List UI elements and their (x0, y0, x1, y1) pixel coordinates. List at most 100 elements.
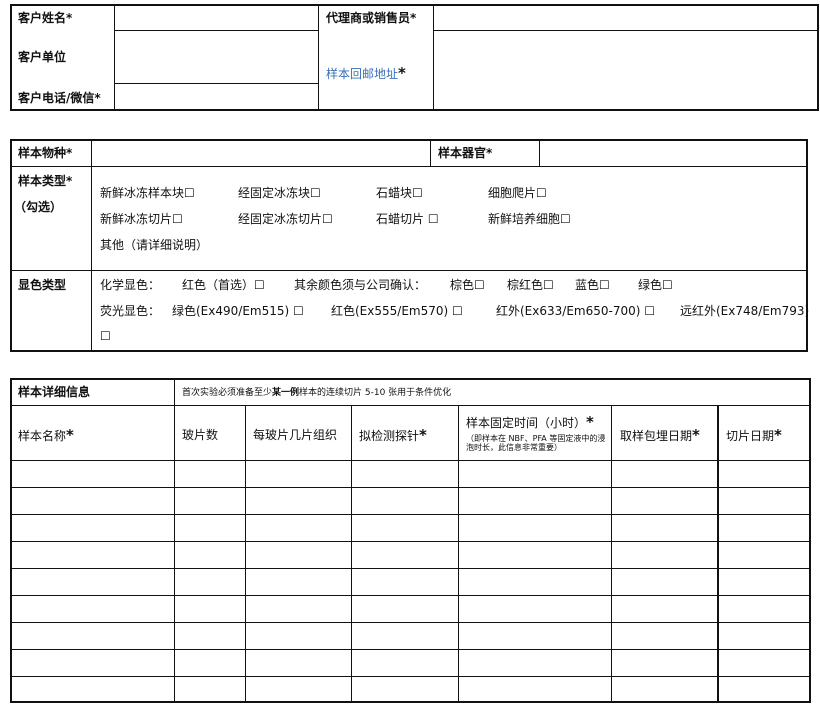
customer-unit-field[interactable] (116, 32, 317, 82)
chem-stain-label: 化学显色： (100, 278, 161, 292)
cell-fix-time[interactable] (460, 462, 609, 485)
cell-probe[interactable] (353, 570, 456, 593)
cell-fix-time[interactable] (460, 489, 609, 512)
cell-fix-time[interactable] (460, 570, 609, 593)
cell-sample-name[interactable] (12, 570, 172, 593)
divider (10, 649, 811, 650)
cell-tissues-per-slide[interactable] (247, 489, 349, 512)
cell-probe[interactable] (353, 624, 456, 647)
type-fixed-frozen-block[interactable]: 经固定冰冻块☐ (238, 186, 321, 200)
cell-sample-name[interactable] (12, 651, 172, 674)
cell-tissues-per-slide[interactable] (247, 462, 349, 485)
customer-phone-field[interactable] (116, 85, 317, 109)
cell-sample-name[interactable] (12, 543, 172, 566)
cell-fix-time[interactable] (460, 597, 609, 620)
container-field[interactable] (541, 141, 806, 165)
type-paraffin-section[interactable]: 石蜡切片 ☐ (376, 212, 439, 226)
cell-sample-name[interactable] (12, 624, 172, 647)
col-slide-count-label: 玻片数 (182, 428, 219, 442)
cell-section-date[interactable] (719, 516, 809, 539)
address-field[interactable] (435, 32, 817, 109)
cell-embed-date[interactable] (613, 489, 715, 512)
cell-fix-time[interactable] (460, 624, 609, 647)
cell-tissues-per-slide[interactable] (247, 624, 349, 647)
cell-section-date[interactable] (719, 489, 809, 512)
cell-fix-time[interactable] (460, 516, 609, 539)
type-cell-slide[interactable]: 细胞爬片☐ (488, 186, 547, 200)
cell-probe[interactable] (353, 489, 456, 512)
fluor-red-option[interactable]: 红色(Ex555/Em570) ☐ (331, 304, 463, 318)
cell-sample-name[interactable] (12, 678, 172, 701)
cell-slide-count[interactable] (176, 678, 243, 701)
col-fix-time: 样本固定时间（小时）* (466, 415, 594, 431)
type-fresh-cultured-cells[interactable]: 新鲜培养细胞☐ (488, 212, 571, 226)
type-paraffin-block[interactable]: 石蜡块☐ (376, 186, 423, 200)
cell-embed-date[interactable] (613, 462, 715, 485)
cell-slide-count[interactable] (176, 516, 243, 539)
chem-green-option[interactable]: 绿色☐ (638, 278, 673, 292)
species-field[interactable] (93, 141, 429, 165)
cell-probe[interactable] (353, 462, 456, 485)
divider (430, 139, 431, 167)
cell-section-date[interactable] (719, 651, 809, 674)
customer-unit-label: 客户单位 (18, 50, 67, 64)
cell-slide-count[interactable] (176, 543, 243, 566)
cell-slide-count[interactable] (176, 597, 243, 620)
col-probe: 拟检测探针* (359, 428, 427, 444)
cell-section-date[interactable] (719, 543, 809, 566)
cell-embed-date[interactable] (613, 597, 715, 620)
cell-section-date[interactable] (719, 678, 809, 701)
cell-tissues-per-slide[interactable] (247, 516, 349, 539)
fluor-ir-option[interactable]: 红外(Ex633/Em650-700) ☐ (496, 304, 655, 318)
type-fixed-frozen-section[interactable]: 经固定冰冻切片☐ (238, 212, 333, 226)
address-required-star: * (398, 64, 406, 82)
cell-tissues-per-slide[interactable] (247, 543, 349, 566)
agent-field[interactable] (435, 6, 817, 29)
cell-embed-date[interactable] (613, 678, 715, 701)
cell-slide-count[interactable] (176, 570, 243, 593)
cell-section-date[interactable] (719, 462, 809, 485)
cell-fix-time[interactable] (460, 651, 609, 674)
cell-fix-time[interactable] (460, 678, 609, 701)
cell-slide-count[interactable] (176, 462, 243, 485)
cell-sample-name[interactable] (12, 516, 172, 539)
fluor-far-ir-option[interactable]: 远红外(Ex748/Em793) (680, 304, 809, 318)
cell-probe[interactable] (353, 543, 456, 566)
cell-sample-name[interactable] (12, 597, 172, 620)
cell-tissues-per-slide[interactable] (247, 651, 349, 674)
cell-embed-date[interactable] (613, 570, 715, 593)
cell-tissues-per-slide[interactable] (247, 678, 349, 701)
container-label: 样本器官* (438, 146, 493, 160)
cell-tissues-per-slide[interactable] (247, 570, 349, 593)
type-fresh-frozen-section[interactable]: 新鲜冰冻切片☐ (100, 212, 183, 226)
cell-section-date[interactable] (719, 570, 809, 593)
cell-slide-count[interactable] (176, 489, 243, 512)
cell-embed-date[interactable] (613, 651, 715, 674)
fluor-far-ir-checkbox[interactable]: ☐ (100, 329, 111, 343)
cell-slide-count[interactable] (176, 651, 243, 674)
chem-brownred-option[interactable]: 棕红色☐ (507, 278, 554, 292)
cell-probe[interactable] (353, 516, 456, 539)
cell-section-date[interactable] (719, 624, 809, 647)
cell-sample-name[interactable] (12, 489, 172, 512)
cell-embed-date[interactable] (613, 624, 715, 647)
cell-probe[interactable] (353, 678, 456, 701)
type-other[interactable]: 其他（请详细说明） (100, 238, 208, 252)
cell-probe[interactable] (353, 597, 456, 620)
cell-slide-count[interactable] (176, 624, 243, 647)
cell-section-date[interactable] (719, 597, 809, 620)
type-fresh-frozen-block[interactable]: 新鲜冰冻样本块☐ (100, 186, 195, 200)
cell-probe[interactable] (353, 651, 456, 674)
fluor-green-option[interactable]: 绿色(Ex490/Em515) ☐ (172, 304, 304, 318)
cell-sample-name[interactable] (12, 462, 172, 485)
chem-red-option[interactable]: 红色（首选）☐ (182, 278, 265, 292)
stain-type-label: 显色类型 (18, 278, 67, 292)
divider (10, 568, 811, 569)
chem-brown-option[interactable]: 棕色☐ (450, 278, 485, 292)
cell-embed-date[interactable] (613, 543, 715, 566)
chem-blue-option[interactable]: 蓝色☐ (575, 278, 610, 292)
cell-fix-time[interactable] (460, 543, 609, 566)
customer-name-field[interactable] (116, 6, 317, 29)
cell-tissues-per-slide[interactable] (247, 597, 349, 620)
cell-embed-date[interactable] (613, 516, 715, 539)
